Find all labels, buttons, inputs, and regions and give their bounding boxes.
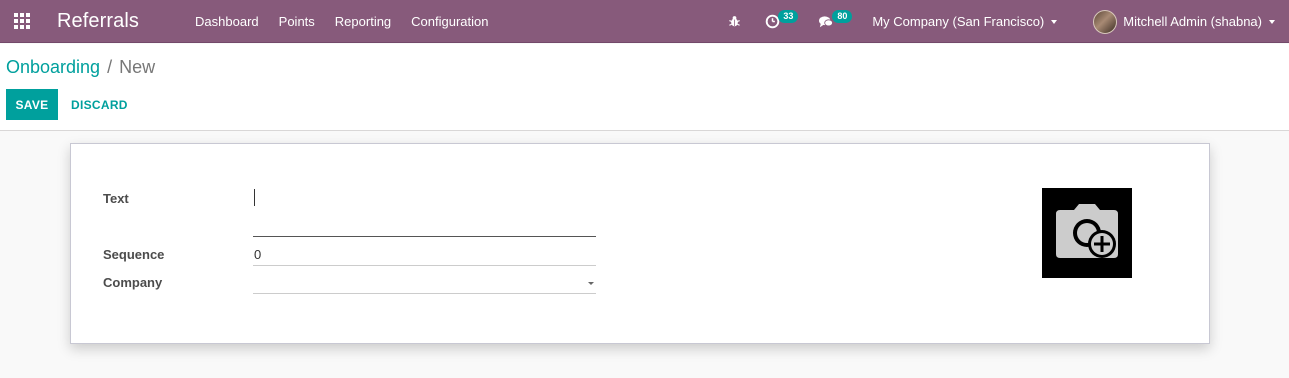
text-field[interactable]	[253, 186, 596, 237]
chevron-down-icon	[1051, 19, 1058, 24]
breadcrumb-parent-link[interactable]: Onboarding	[6, 57, 100, 78]
user-menu[interactable]: Mitchell Admin (shabna)	[1081, 0, 1289, 43]
form-sheet: Text Sequence 0 Company	[70, 143, 1210, 344]
top-navbar: Referrals Dashboard Points Reporting Con…	[0, 0, 1289, 43]
text-cursor	[254, 189, 255, 206]
systray: 33 80 My Company (San Francisco) Mitchel…	[716, 0, 1289, 43]
activity-count-badge: 33	[778, 10, 799, 23]
user-name: Mitchell Admin (shabna)	[1123, 14, 1262, 29]
save-button[interactable]: SAVE	[6, 89, 58, 120]
menu-item-reporting[interactable]: Reporting	[325, 0, 401, 43]
company-name: My Company (San Francisco)	[872, 14, 1045, 29]
chevron-down-icon	[1269, 19, 1275, 24]
control-panel: Onboarding / New SAVE DISCARD	[0, 44, 1289, 131]
breadcrumb-current: New	[119, 57, 156, 77]
camera-add-icon	[1056, 204, 1118, 258]
apps-menu-icon[interactable]	[0, 0, 44, 43]
discard-button[interactable]: DISCARD	[64, 89, 135, 120]
messages-chat-icon[interactable]: 80	[806, 0, 860, 43]
sequence-label: Sequence	[103, 247, 165, 262]
sequence-input[interactable]: 0	[253, 245, 596, 266]
company-select[interactable]	[253, 273, 596, 294]
main-menu: Dashboard Points Reporting Configuration	[185, 0, 498, 43]
menu-item-points[interactable]: Points	[269, 0, 325, 43]
messages-count-badge: 80	[832, 10, 853, 23]
breadcrumb-separator: /	[107, 57, 113, 77]
company-switcher[interactable]: My Company (San Francisco)	[860, 0, 1081, 43]
avatar	[1093, 9, 1118, 34]
image-upload[interactable]	[1042, 188, 1132, 278]
menu-item-dashboard[interactable]: Dashboard	[185, 0, 269, 43]
activity-clock-icon[interactable]: 33	[753, 0, 806, 43]
text-label: Text	[103, 191, 129, 206]
breadcrumb: Onboarding / New	[6, 57, 155, 78]
debug-bug-icon[interactable]	[716, 0, 753, 43]
company-label: Company	[103, 275, 163, 290]
chevron-down-icon	[588, 282, 594, 285]
menu-item-configuration[interactable]: Configuration	[401, 0, 498, 43]
app-title[interactable]: Referrals	[57, 10, 139, 33]
